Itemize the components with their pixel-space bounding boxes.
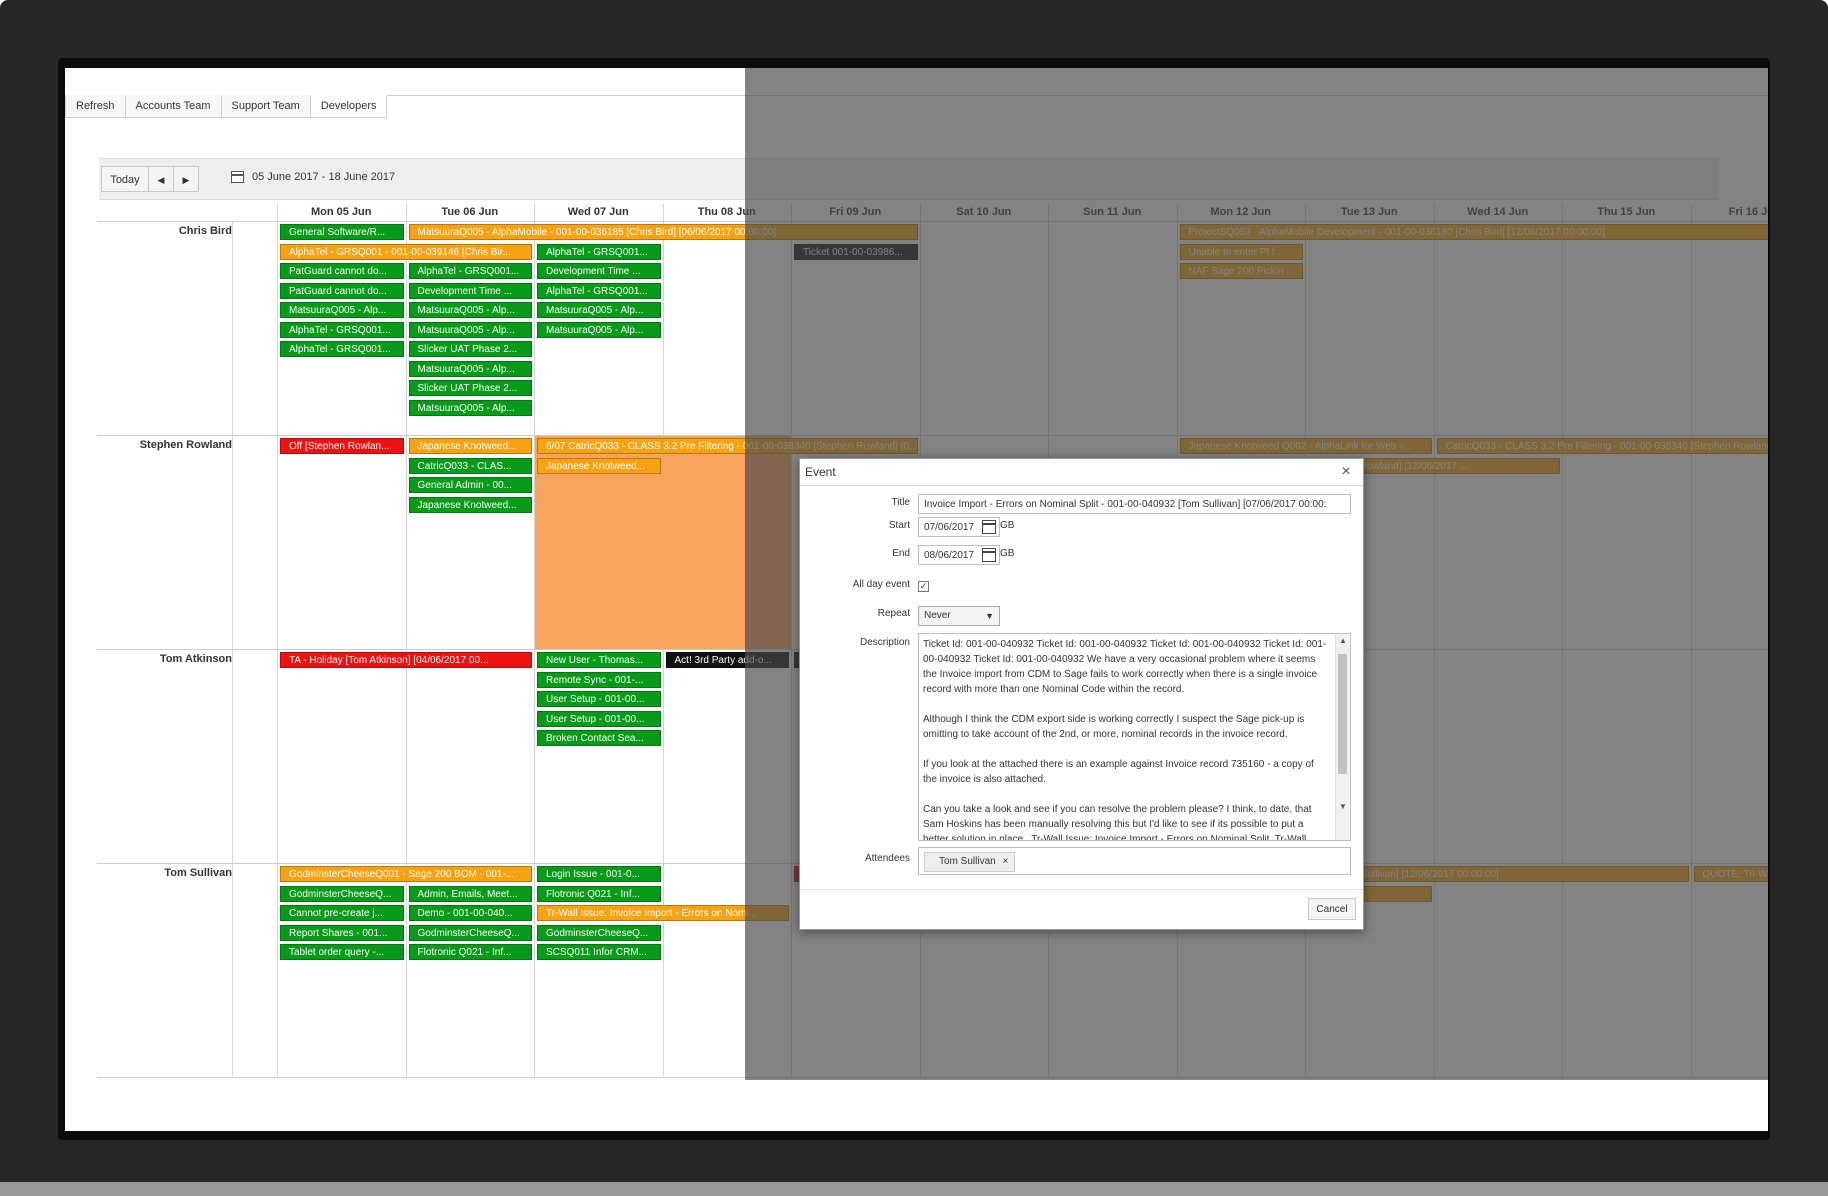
calendar-event[interactable]: GodminsterCheeseQ001 - Sage 200 BOM - 00… (280, 866, 532, 882)
calendar-event[interactable]: Tablet order query -... (280, 944, 404, 960)
tab-support-team[interactable]: Support Team (220, 95, 311, 118)
calendar-event[interactable]: Development Time ... (537, 263, 661, 279)
calendar-event[interactable]: GodminsterCheeseQ... (280, 885, 404, 902)
description-label: Description (859, 637, 910, 648)
title-input[interactable] (918, 494, 1351, 514)
title-label: Title (891, 497, 910, 508)
calendar-event[interactable]: User Setup - 001-00... (537, 691, 661, 707)
team-tabs: Refresh Accounts Team Support Team Devel… (65, 95, 388, 119)
calendar-event[interactable]: Cannot pre-create j... (280, 905, 404, 921)
scroll-down-icon[interactable]: ▼ (1336, 800, 1350, 814)
day-header[interactable]: Mon 05 Jun (277, 204, 406, 221)
calendar-event[interactable]: Development Time ... (408, 282, 532, 299)
attendee-name: Tom Sullivan (939, 856, 996, 867)
calendar-event[interactable]: TA - Holiday [Tom Atkinson] [04/06/2017 … (280, 652, 532, 668)
date-range[interactable]: 05 June 2017 - 18 June 2017 (231, 171, 395, 183)
attendee-chip[interactable]: Tom Sullivan × (924, 852, 1016, 872)
resource-name: Tom Sullivan (164, 867, 232, 879)
repeat-label: Repeat (877, 608, 910, 619)
calendar-event[interactable]: Slicker UAT Phase 2... (408, 380, 532, 396)
day-header[interactable]: Tue 06 Jun (406, 204, 535, 221)
attendees-label: Attendees (864, 853, 910, 864)
calendar-event[interactable]: Report Shares - 001... (280, 924, 404, 941)
calendar-event[interactable]: Japanese Knotweed... (408, 496, 532, 513)
dialog-footer-divider (800, 889, 1363, 890)
calendar-event[interactable]: General Software/R... (280, 224, 404, 240)
tab-refresh[interactable]: Refresh (65, 95, 126, 118)
description-textarea[interactable]: Ticket Id: 001-00-040932 Ticket Id: 001-… (918, 633, 1351, 841)
close-icon[interactable]: × (1338, 464, 1354, 480)
calendar-event[interactable]: Flotronic Q021 - Inf... (537, 885, 661, 902)
scrollbar-thumb[interactable] (1338, 654, 1347, 774)
start-locale: GB (1000, 520, 1015, 531)
tab-developers[interactable]: Developers (309, 95, 388, 118)
calendar-event[interactable]: MatsuuraQ005 - Alp... (408, 321, 532, 338)
all-day-label: All day event (852, 579, 910, 590)
calendar-event[interactable]: Demo - 001-00-040... (408, 905, 532, 921)
calendar-event[interactable]: MatsuuraQ005 - Alp... (537, 302, 661, 318)
calendar-event[interactable]: GodminsterCheeseQ... (537, 924, 661, 941)
calendar-event[interactable]: Japanese Knotweed... (408, 438, 532, 454)
calendar-event[interactable]: SCSQ011 Infor CRM... (537, 944, 661, 960)
monitor-stand-strip (0, 1182, 1828, 1196)
all-day-checkbox[interactable]: ✓ (918, 581, 929, 592)
dialog-title: Event (800, 459, 1363, 486)
calendar-event[interactable]: AlphaTel - GRSQ001... (280, 321, 404, 338)
calendar-event[interactable]: MatsuuraQ005 - Alp... (408, 399, 532, 416)
calendar-event[interactable]: Off [Stephen Rowlan... (280, 438, 404, 454)
calendar-event[interactable]: Login Issue - 001-0... (537, 866, 661, 882)
calendar-event[interactable]: Remote Sync - 001-... (537, 671, 661, 688)
description-text: Ticket Id: 001-00-040932 Ticket Id: 001-… (923, 639, 1327, 841)
resource-name: Chris Bird (178, 225, 232, 237)
day-column-divider (405, 204, 407, 1076)
tab-accounts-team[interactable]: Accounts Team (124, 95, 222, 118)
calendar-event[interactable]: AlphaTel - GRSQ001... (537, 282, 661, 299)
start-calendar-icon[interactable] (982, 520, 996, 534)
today-button[interactable]: Today (101, 166, 149, 192)
prev-week-button[interactable]: ◀ (148, 166, 174, 192)
calendar-event[interactable]: New User - Thomas... (537, 652, 661, 668)
calendar-icon[interactable] (231, 171, 244, 183)
chevron-down-icon: ▼ (985, 611, 994, 621)
attendees-input[interactable]: Tom Sullivan × (918, 847, 1351, 875)
description-scrollbar[interactable]: ▲ ▼ (1335, 634, 1350, 840)
calendar-event[interactable]: GodminsterCheeseQ... (408, 924, 532, 941)
calendar-event[interactable]: Slicker UAT Phase 2... (408, 341, 532, 357)
resource-name: Stephen Rowland (139, 439, 232, 451)
cancel-button[interactable]: Cancel (1308, 898, 1356, 920)
resource-name: Tom Atkinson (159, 653, 232, 665)
next-week-button[interactable]: ▶ (173, 166, 199, 192)
end-calendar-icon[interactable] (982, 548, 996, 562)
calendar-event[interactable]: CatricQ033 - CLAS... (408, 457, 532, 474)
calendar-event[interactable]: AlphaTel - GRSQ001... (280, 341, 404, 357)
calendar-event[interactable]: Japanese Knotweed... (537, 457, 661, 474)
start-label: Start (888, 520, 910, 531)
repeat-value: Never (924, 610, 951, 621)
calendar-event[interactable]: User Setup - 001-00... (537, 710, 661, 727)
calendar-event[interactable]: Broken Contact Sea... (537, 730, 661, 746)
end-locale: GB (1000, 548, 1015, 559)
remove-attendee-icon[interactable]: × (1002, 856, 1008, 867)
calendar-event[interactable]: AlphaTel - GRSQ001... (408, 263, 532, 279)
calendar-event[interactable]: MatsuuraQ005 - Alp... (408, 360, 532, 377)
calendar-event[interactable]: Admin, Emails, Meet... (408, 885, 532, 902)
end-label: End (892, 548, 910, 559)
repeat-select[interactable]: Never ▼ (918, 606, 1000, 626)
calendar-event[interactable]: AlphaTel - GRSQ001 - 001-00-039146 [Chri… (280, 243, 532, 260)
scroll-up-icon[interactable]: ▲ (1336, 634, 1350, 648)
day-column-divider (277, 204, 278, 1076)
event-dialog: Event × Title Start GB End GB All day ev… (799, 458, 1364, 930)
calendar-event[interactable]: MatsuuraQ005 - Alp... (280, 302, 404, 318)
day-header[interactable]: Wed 07 Jun (534, 204, 663, 221)
calendar-event[interactable]: General Admin - 00... (408, 477, 532, 493)
calendar-event[interactable]: MatsuuraQ005 - Alp... (408, 302, 532, 318)
monitor-status-dots: · · · · · (1340, 1152, 1498, 1165)
calendar-event[interactable]: AlphaTel - GRSQ001... (537, 243, 661, 260)
calendar-event[interactable]: Flotronic Q021 - Inf... (408, 944, 532, 960)
calendar-event[interactable]: PatGuard cannot do... (280, 263, 404, 279)
calendar-event[interactable]: MatsuuraQ005 - Alp... (537, 321, 661, 338)
calendar-event[interactable]: PatGuard cannot do... (280, 282, 404, 299)
date-range-label: 05 June 2017 - 18 June 2017 (252, 171, 396, 183)
